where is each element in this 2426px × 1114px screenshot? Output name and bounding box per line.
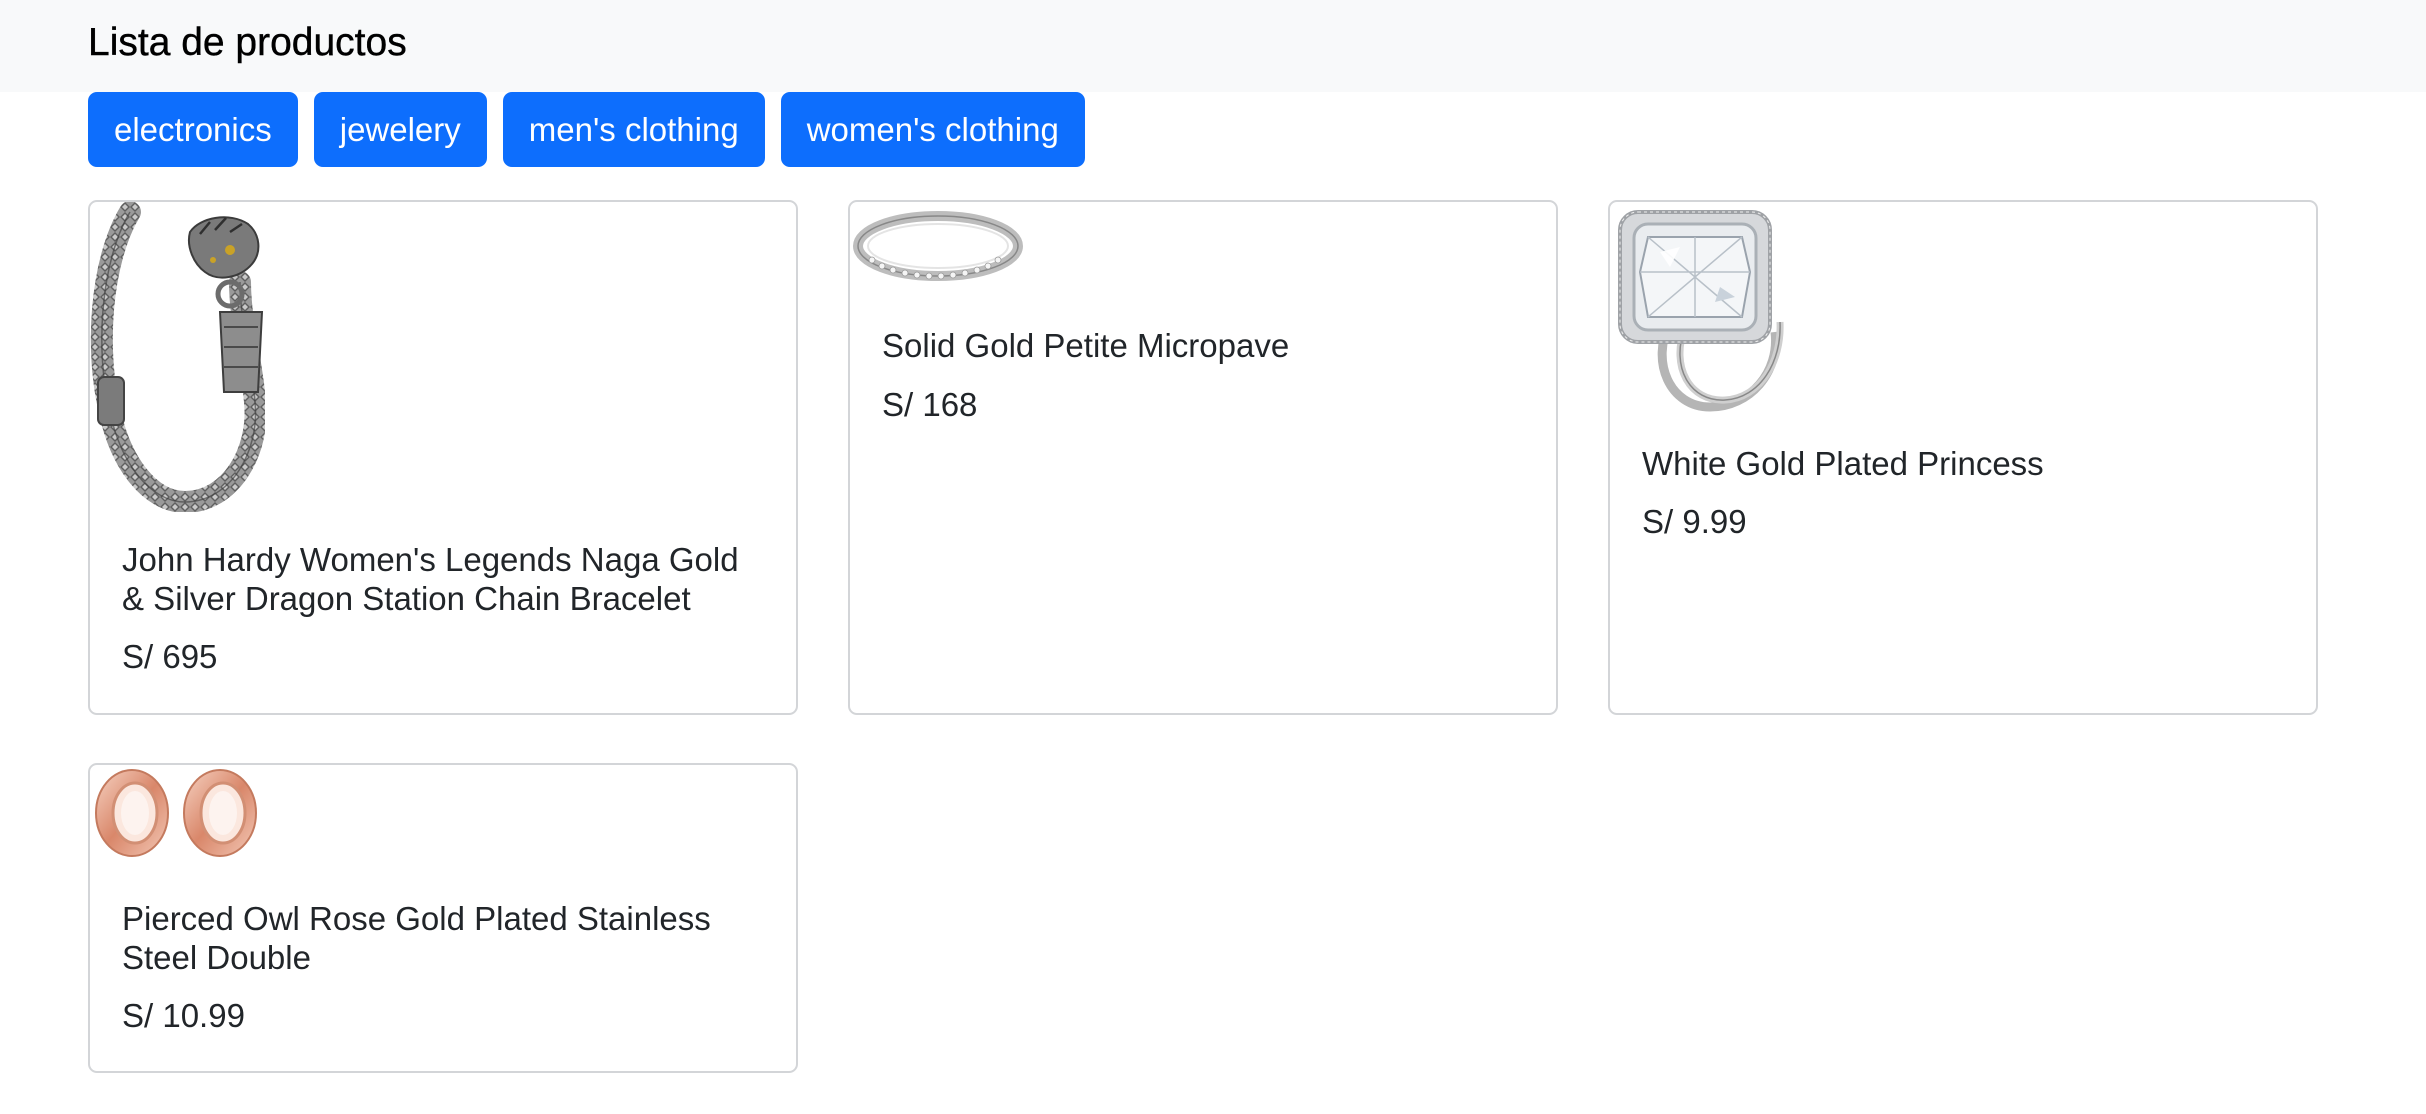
product-card: Solid Gold Petite Micropave S/ 168: [848, 200, 1558, 715]
product-price: S/ 695: [122, 638, 218, 675]
category-button-jewelery[interactable]: jewelery: [313, 92, 487, 167]
page-title[interactable]: Lista de productos: [88, 18, 407, 68]
rose-gold-tunnel-plugs-image: [95, 769, 257, 857]
category-button-mens-clothing[interactable]: men's clothing: [502, 92, 765, 167]
product-card: John Hardy Women's Legends Naga Gold & S…: [88, 200, 798, 715]
product-title: Solid Gold Petite Micropave: [882, 327, 1290, 364]
product-title: Pierced Owl Rose Gold Plated Stainless S…: [122, 900, 711, 976]
product-title: White Gold Plated Princess: [1642, 445, 2044, 482]
product-price: S/ 168: [882, 386, 978, 423]
navbar: Lista de productos: [0, 0, 2426, 92]
product-card: White Gold Plated Princess S/ 9.99: [1608, 200, 2318, 715]
product-card: Pierced Owl Rose Gold Plated Stainless S…: [88, 763, 798, 1073]
category-button-electronics[interactable]: electronics: [88, 92, 298, 167]
micropave-ring-image: [853, 211, 1023, 281]
category-button-womens-clothing[interactable]: women's clothing: [780, 92, 1085, 167]
princess-ring-image: [1618, 210, 1784, 412]
dragon-chain-bracelet-image: [90, 202, 265, 512]
category-filter-bar: electronics jewelery men's clothing wome…: [88, 92, 1085, 167]
product-title: John Hardy Women's Legends Naga Gold & S…: [122, 541, 739, 617]
product-price: S/ 9.99: [1642, 503, 1747, 540]
product-price: S/ 10.99: [122, 997, 245, 1034]
